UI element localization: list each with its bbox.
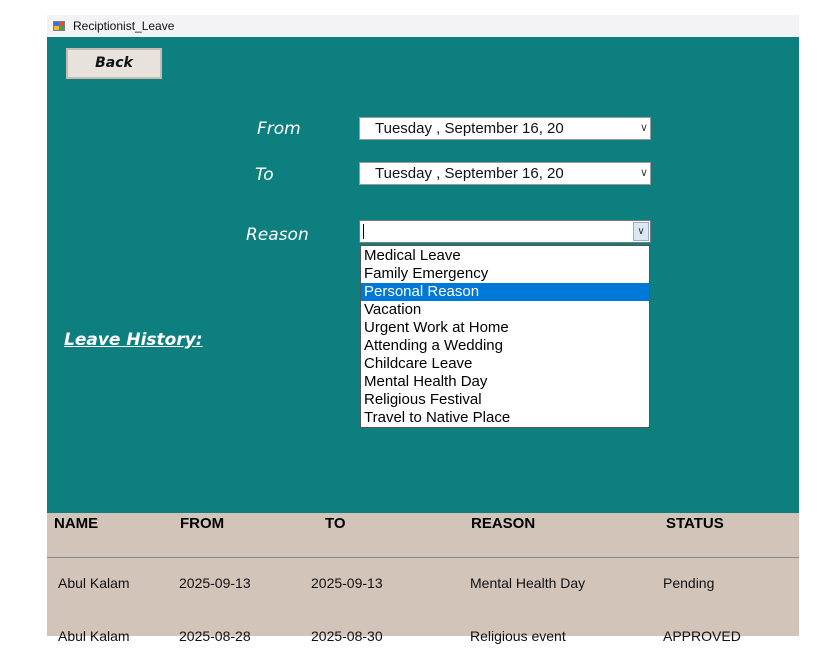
reason-option[interactable]: Urgent Work at Home [361,319,649,337]
reason-option[interactable]: Travel to Native Place [361,409,649,427]
from-date-picker[interactable]: Tuesday , September 16, 20 ∨ [359,117,651,140]
reason-combobox[interactable]: ∨ [359,220,651,243]
reason-option[interactable]: Mental Health Day [361,373,649,391]
back-button[interactable]: Back [66,48,162,79]
reason-option[interactable]: Childcare Leave [361,355,649,373]
cell-to: 2025-09-13 [311,575,383,591]
cell-to: 2025-08-30 [311,628,383,644]
chevron-down-icon[interactable]: ∨ [633,222,649,241]
column-header-reason[interactable]: REASON [471,513,535,534]
column-header-from[interactable]: FROM [180,513,224,534]
cell-from: 2025-09-13 [179,575,251,591]
table-header: NAME FROM TO REASON STATUS [47,513,799,558]
cell-status: Pending [663,575,715,591]
from-label: From [257,119,301,139]
leave-history-table: NAME FROM TO REASON STATUS Abul Kalam 20… [47,513,799,644]
chevron-down-icon[interactable]: ∨ [640,163,648,184]
cell-name: Abul Kalam [58,628,130,644]
reason-dropdown-list: Medical Leave Family Emergency Personal Re… [360,245,650,428]
app-icon [53,21,65,31]
cell-reason: Mental Health Day [470,575,586,591]
reason-option[interactable]: Medical Leave [361,247,649,265]
reason-option[interactable]: Attending a Wedding [361,337,649,355]
leave-history-label: Leave History: [64,330,203,350]
reason-option[interactable]: Family Emergency [361,265,649,283]
to-label: To [255,165,274,185]
to-date-value: Tuesday , September 16, 20 [375,165,564,182]
text-caret [363,224,364,239]
cell-status: APPROVED [663,628,741,644]
window-title: Reciptionist_Leave [73,19,175,33]
chevron-down-icon[interactable]: ∨ [640,118,648,139]
reason-option[interactable]: Religious Festival [361,391,649,409]
reason-label: Reason [246,225,309,245]
reason-option[interactable]: Vacation [361,301,649,319]
title-bar: Reciptionist_Leave [47,15,799,37]
cell-from: 2025-08-28 [179,628,251,644]
leave-window: Reciptionist_Leave Back From Tuesday , S… [47,15,799,644]
column-header-status[interactable]: STATUS [666,513,724,534]
cell-reason: Religious event [470,628,566,644]
table-row[interactable]: Abul Kalam 2025-09-13 2025-09-13 Mental … [47,572,799,594]
reason-option[interactable]: Personal Reason [361,283,649,301]
to-date-picker[interactable]: Tuesday , September 16, 20 ∨ [359,162,651,185]
column-header-name[interactable]: NAME [54,513,98,534]
from-date-value: Tuesday , September 16, 20 [375,120,564,137]
column-header-to[interactable]: TO [325,513,346,534]
table-row[interactable]: Abul Kalam 2025-08-28 2025-08-30 Religio… [47,625,799,647]
cell-name: Abul Kalam [58,575,130,591]
